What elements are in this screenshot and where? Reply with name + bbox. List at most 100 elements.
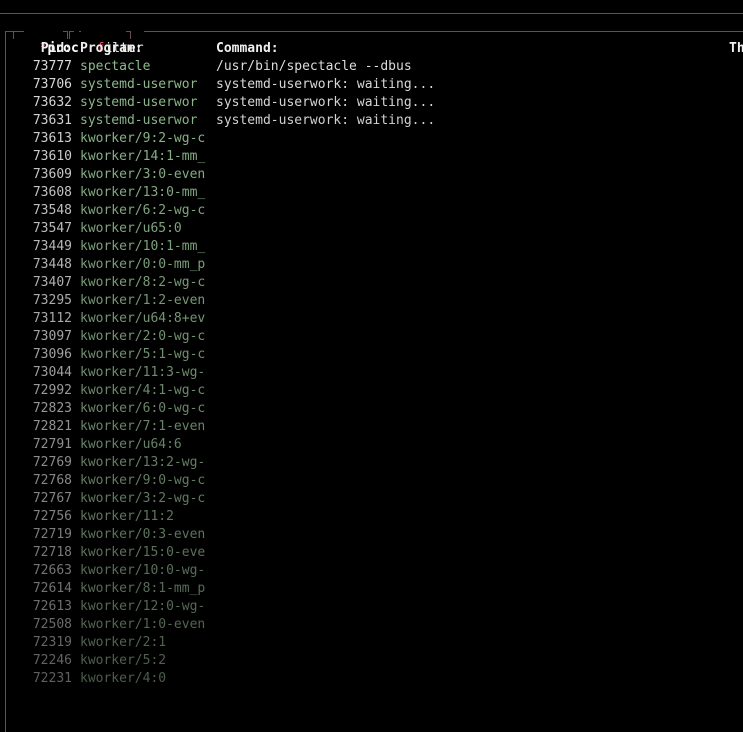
process-row[interactable]: 73706 systemd-userwor systemd-userwork: wa… (0, 76, 743, 94)
process-row[interactable]: 73631 systemd-userwor systemd-userwork: wa… (0, 112, 743, 130)
process-program: kworker/13:2-wg- (80, 455, 206, 470)
process-program: kworker/14:1-mm_ (80, 149, 206, 164)
process-program: kworker/11:3-wg- (80, 365, 206, 380)
process-row[interactable]: 72821 kworker/7:1-even (0, 418, 743, 436)
process-pid: 73632 (32, 95, 72, 110)
process-program: systemd-userwor (80, 77, 198, 92)
process-row[interactable]: 73096 kworker/5:1-wg-c (0, 346, 743, 364)
process-program: kworker/0:3-even (80, 527, 206, 542)
process-row[interactable]: 72791 kworker/u64:6 (0, 436, 743, 454)
process-program: kworker/10:0-wg- (80, 563, 206, 578)
process-program: kworker/5:2 (80, 653, 167, 668)
process-row[interactable]: 72663 kworker/10:0-wg- (0, 562, 743, 580)
process-row[interactable]: 73112 kworker/u64:8+ev (0, 310, 743, 328)
process-program: kworker/1:2-even (80, 293, 206, 308)
process-row[interactable]: 73295 kworker/1:2-even (0, 292, 743, 310)
process-row[interactable]: 72992 kworker/4:1-wg-c (0, 382, 743, 400)
process-pid: 72718 (32, 545, 72, 560)
process-pid: 73097 (32, 329, 72, 344)
process-command: systemd-userwork: waiting... (216, 77, 436, 92)
process-row[interactable]: 73448 kworker/0:0-mm_p (0, 256, 743, 274)
process-pid: 73613 (32, 131, 72, 146)
process-command: /usr/bin/spectacle --dbus (216, 59, 412, 74)
process-pid: 72791 (32, 437, 72, 452)
process-pid: 72614 (32, 581, 72, 596)
process-pid: 73609 (32, 167, 72, 182)
process-pid: 72769 (32, 455, 72, 470)
process-row[interactable]: 73613 kworker/9:2-wg-c (0, 130, 743, 148)
process-program: kworker/12:0-wg- (80, 599, 206, 614)
process-pid: 72719 (32, 527, 72, 542)
process-row[interactable]: 72756 kworker/11:2 (0, 508, 743, 526)
process-row[interactable]: 72613 kworker/12:0-wg- (0, 598, 743, 616)
process-row[interactable]: 73097 kworker/2:0-wg-c (0, 328, 743, 346)
top-divider (0, 13, 743, 14)
process-pid: 72246 (32, 653, 72, 668)
process-row[interactable]: 73610 kworker/14:1-mm_ (0, 148, 743, 166)
process-pid: 73706 (32, 77, 72, 92)
process-program: kworker/u64:6 (80, 437, 182, 452)
process-row[interactable]: 72767 kworker/3:2-wg-c (0, 490, 743, 508)
process-program: spectacle (80, 59, 151, 74)
process-row[interactable]: 73548 kworker/6:2-wg-c (0, 202, 743, 220)
process-pid: 73112 (32, 311, 72, 326)
process-row[interactable]: 72719 kworker/0:3-even (0, 526, 743, 544)
filter-tab-left-edge (69, 31, 74, 39)
process-pid: 72508 (32, 617, 72, 632)
process-pid: 72663 (32, 563, 72, 578)
process-program: kworker/u64:8+ev (80, 311, 206, 326)
column-header-pid[interactable]: Pid: (10, 40, 72, 58)
process-pid: 73548 (32, 203, 72, 218)
process-pid: 72823 (32, 401, 72, 416)
process-pid: 73295 (32, 293, 72, 308)
process-command: systemd-userwork: waiting... (216, 95, 436, 110)
process-row[interactable]: 72231 kworker/4:0 (0, 670, 743, 688)
column-header-threads[interactable]: Th (729, 40, 743, 58)
process-row[interactable]: 73777 spectacle/usr/bin/spectacle --dbus (0, 58, 743, 76)
process-row[interactable]: 72823 kworker/6:0-wg-c (0, 400, 743, 418)
process-pid: 73407 (32, 275, 72, 290)
filter-tab-right-edge (126, 31, 131, 39)
process-program: kworker/8:2-wg-c (80, 275, 206, 290)
process-row[interactable]: 72614 kworker/8:1-mm_p (0, 580, 743, 598)
process-row[interactable]: 73547 kworker/u65:0 (0, 220, 743, 238)
process-pid: 73096 (32, 347, 72, 362)
process-row[interactable]: 73044 kworker/11:3-wg- (0, 364, 743, 382)
process-row[interactable]: 73632 systemd-userwor systemd-userwork: wa… (0, 94, 743, 112)
process-program: kworker/9:0-wg-c (80, 473, 206, 488)
process-row[interactable]: 73609 kworker/3:0-even (0, 166, 743, 184)
process-program: kworker/6:2-wg-c (80, 203, 206, 218)
process-program: kworker/u65:0 (80, 221, 182, 236)
process-row[interactable]: 72768 kworker/9:0-wg-c (0, 472, 743, 490)
process-pid: 73044 (32, 365, 72, 380)
process-program: kworker/2:0-wg-c (80, 329, 206, 344)
process-program: systemd-userwor (80, 95, 198, 110)
process-pid: 73631 (32, 113, 72, 128)
process-program: kworker/4:0 (80, 671, 167, 686)
process-row[interactable]: 72319 kworker/2:1 (0, 634, 743, 652)
process-program: kworker/8:1-mm_p (80, 581, 206, 596)
process-pid: 72613 (32, 599, 72, 614)
process-pid: 72992 (32, 383, 72, 398)
process-pid: 72767 (32, 491, 72, 506)
proc-tab-right-edge (63, 31, 68, 39)
process-program: kworker/11:2 (80, 509, 174, 524)
process-row[interactable]: 72508 kworker/1:0-even (0, 616, 743, 634)
process-row[interactable]: 72769 kworker/13:2-wg- (0, 454, 743, 472)
process-list: 73777 spectacle/usr/bin/spectacle --dbus 7… (0, 58, 743, 692)
process-row[interactable]: 72718 kworker/15:0-eve (0, 544, 743, 562)
process-pid: 72756 (32, 509, 72, 524)
process-pid: 72768 (32, 473, 72, 488)
process-row[interactable]: 73449 kworker/10:1-mm_ (0, 238, 743, 256)
process-row[interactable]: 73608 kworker/13:0-mm_ (0, 184, 743, 202)
process-pid: 73547 (32, 221, 72, 236)
process-program: kworker/5:1-wg-c (80, 347, 206, 362)
column-header-command[interactable]: Command: (216, 40, 616, 58)
process-pid: 73608 (32, 185, 72, 200)
tab-filter[interactable]: filter (81, 23, 144, 56)
column-header-program[interactable]: Program: (80, 40, 208, 58)
process-row[interactable]: 72246 kworker/5:2 (0, 652, 743, 670)
column-header: Pid: Program: Command: Th (0, 40, 743, 58)
process-row[interactable]: 73407 kworker/8:2-wg-c (0, 274, 743, 292)
process-pid: 73449 (32, 239, 72, 254)
